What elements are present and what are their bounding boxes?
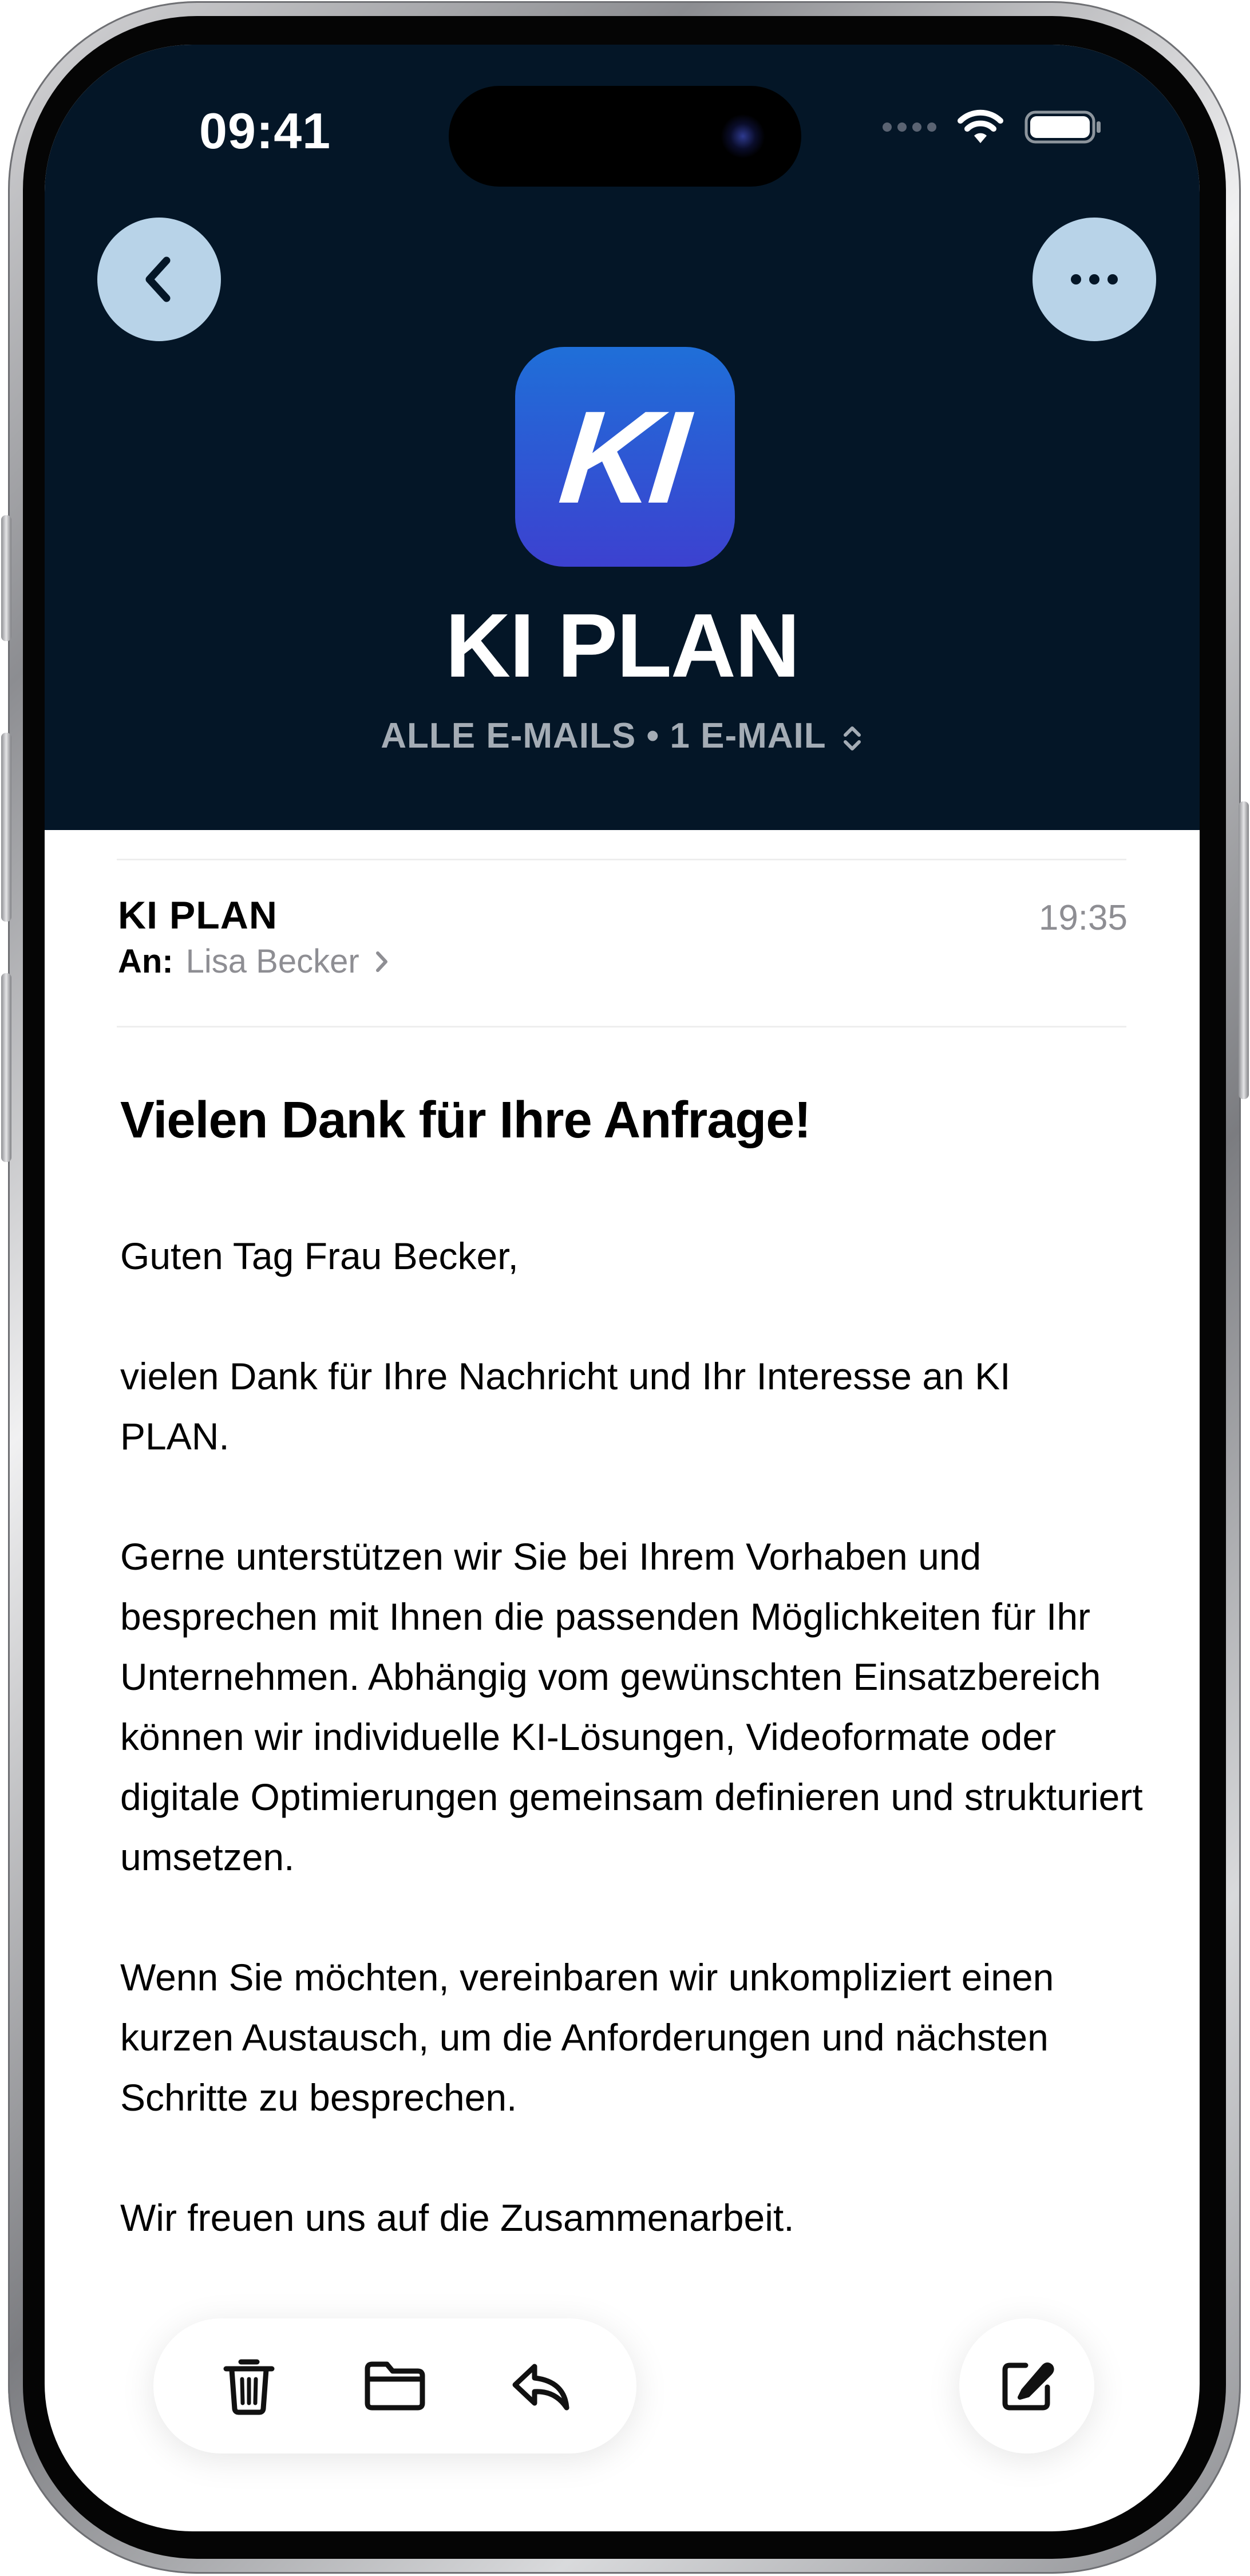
mailbox-selector[interactable]: ALLE E-MAILS • 1 E-MAIL: [45, 716, 1200, 756]
sender-logo-text: KI: [553, 383, 690, 531]
back-button[interactable]: [97, 218, 221, 341]
mail-body: Guten Tag Frau Becker, vielen Dank für I…: [120, 1226, 1150, 2308]
battery-icon: [1024, 110, 1101, 144]
body-paragraph: Guten Tag Frau Becker,: [120, 1235, 519, 1277]
body-paragraph: Wir freuen uns auf die Zusammenarbeit.: [120, 2196, 794, 2239]
status-icons: [883, 109, 1102, 145]
cellular-signal-icon: [883, 123, 936, 132]
volume-up-button: [1, 733, 11, 922]
trash-button[interactable]: [203, 2340, 295, 2432]
screen: 09:41 KI KI PLAN ALLE E-MAILS • 1 E-MAIL…: [45, 45, 1200, 2531]
reply-button[interactable]: [495, 2340, 587, 2432]
more-options-button[interactable]: [1033, 218, 1156, 341]
recipient-label: An:: [118, 943, 173, 980]
divider: [117, 859, 1126, 860]
wifi-icon: [958, 109, 1003, 143]
front-camera: [718, 111, 768, 161]
silent-switch: [1, 515, 11, 641]
mail-recipient[interactable]: An: Lisa Becker: [118, 942, 391, 981]
chevron-right-icon: [375, 951, 387, 972]
sender-logo: KI: [515, 347, 735, 567]
folder-icon: [365, 2361, 425, 2411]
body-paragraph: Gerne unterstützen wir Sie bei Ihrem Vor…: [120, 1535, 1143, 1878]
compose-button[interactable]: [959, 2318, 1094, 2453]
status-time: 09:41: [199, 102, 331, 159]
sender-title: KI PLAN: [445, 595, 800, 696]
mailbox-label: ALLE E-MAILS • 1 E-MAIL: [381, 716, 826, 756]
mail-header: 09:41 KI KI PLAN ALLE E-MAILS • 1 E-MAIL: [45, 45, 1200, 830]
ellipsis-icon: [1071, 274, 1118, 285]
body-paragraph: vielen Dank für Ihre Nachricht und Ihr I…: [120, 1355, 1011, 1457]
move-to-folder-button[interactable]: [349, 2340, 441, 2432]
compose-icon: [1002, 2362, 1054, 2411]
mail-subject: Vielen Dank für Ihre Anfrage!: [120, 1092, 811, 1149]
mail-time: 19:35: [1038, 898, 1128, 938]
device-canvas: 09:41 KI KI PLAN ALLE E-MAILS • 1 E-MAIL…: [0, 0, 1250, 2576]
chevron-up-down-icon: [843, 726, 861, 750]
body-paragraph: Wenn Sie möchten, vereinbaren wir unkomp…: [120, 1956, 1054, 2119]
trash-icon: [223, 2359, 275, 2415]
mail-action-toolbar: [153, 2318, 636, 2453]
volume-down-button: [1, 973, 11, 1162]
mail-from[interactable]: KI PLAN: [118, 893, 278, 938]
chevron-left-icon: [145, 256, 171, 302]
dynamic-island: [449, 86, 801, 187]
recipient-name: Lisa Becker: [185, 943, 359, 980]
reply-icon: [512, 2364, 569, 2411]
power-button: [1239, 801, 1249, 1099]
divider: [117, 1026, 1126, 1028]
